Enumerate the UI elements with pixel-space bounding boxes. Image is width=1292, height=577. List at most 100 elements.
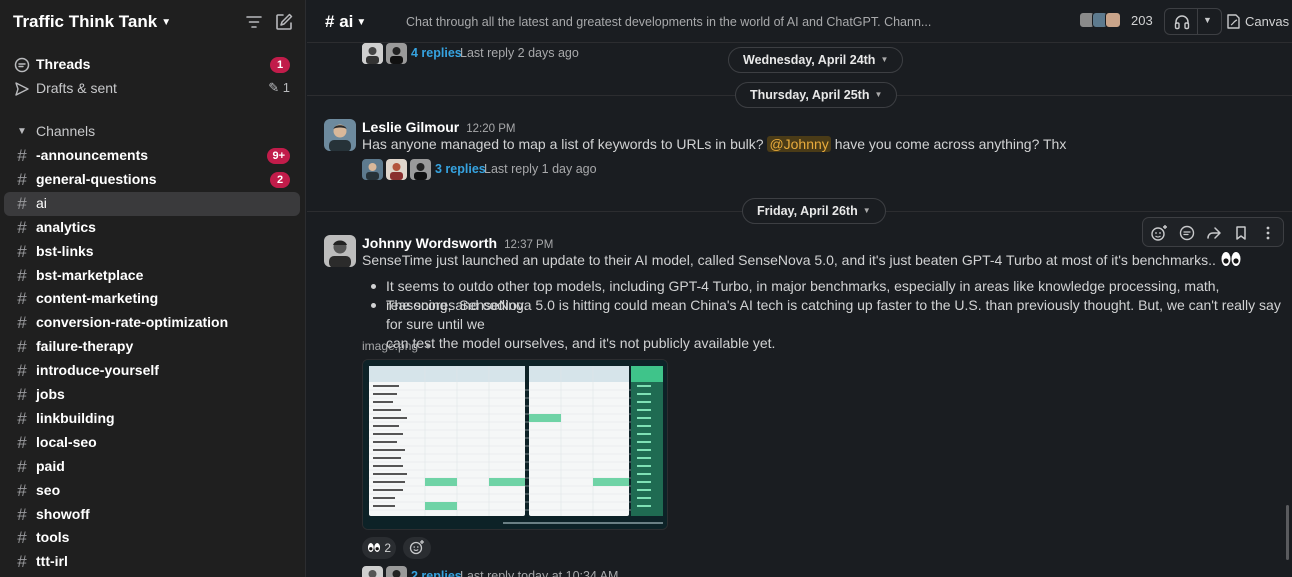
workspace-header: Traffic Think Tank ▼ [0, 0, 306, 44]
chevron-down-icon: ▼ [874, 90, 883, 99]
channels-section-header[interactable]: ▼ Channels [4, 120, 300, 144]
message-text: have you come across anything? Thx [834, 136, 1067, 152]
message-time[interactable]: 12:20 PM [466, 123, 515, 135]
sidebar-item-ai[interactable]: # ai [4, 192, 300, 216]
channel-hash-icon: # [17, 194, 27, 213]
huddle-button[interactable]: ▼ [1164, 8, 1222, 35]
thread-replies-link[interactable]: 4 replies [411, 46, 462, 60]
sidebar-item-failure-therapy[interactable]: # failure-therapy [4, 335, 300, 359]
message-author[interactable]: Leslie Gilmour 12:20 PM [362, 119, 515, 135]
sidebar-item-conversion-rate-optimization[interactable]: # conversion-rate-optimization [4, 311, 300, 335]
date-divider[interactable]: Wednesday, April 24th ▼ [728, 47, 904, 73]
sidebar-item-content-marketing[interactable]: # content-marketing [4, 287, 300, 311]
file-name-toggle[interactable]: image.png ▼ [362, 339, 432, 353]
sidebar-item-drafts[interactable]: Drafts & sent ✎ 1 [4, 77, 300, 101]
threads-icon [14, 57, 30, 73]
thread-replies-link[interactable]: 3 replies [435, 162, 486, 176]
avatar[interactable] [324, 235, 356, 267]
message-time[interactable]: 12:37 PM [504, 239, 553, 251]
chevron-down-icon: ▼ [356, 17, 367, 28]
sidebar-item-label: Threads [36, 56, 91, 72]
sidebar-item-showoff[interactable]: # showoff [4, 503, 300, 527]
sidebar: Traffic Think Tank ▼ Threads 1 Drafts & s… [0, 0, 306, 577]
chevron-down-icon: ▼ [161, 17, 172, 28]
image-attachment[interactable] [362, 359, 668, 530]
sidebar-item-label: local-seo [36, 434, 97, 450]
eyes-reaction[interactable]: 2 [362, 537, 396, 559]
channel-name: ai [339, 12, 354, 31]
channel-hash-icon: # [17, 242, 27, 261]
user-mention[interactable]: @Johnny [767, 136, 831, 152]
add-reaction-button[interactable] [403, 537, 431, 559]
unread-badge: 2 [270, 172, 290, 188]
send-icon [15, 82, 29, 96]
share-icon[interactable] [1205, 224, 1223, 242]
channel-hash-icon: # [17, 289, 27, 308]
sidebar-item-label: ttt-irl [36, 553, 68, 569]
reply-thread-icon[interactable] [1178, 224, 1196, 242]
sidebar-item-introduce-yourself[interactable]: # introduce-yourself [4, 359, 300, 383]
sidebar-item-label: content-marketing [36, 290, 159, 306]
sidebar-item-label: linkbuilding [36, 410, 115, 426]
channel-hash-icon: # [17, 266, 27, 285]
thread-last-reply: Last reply 2 days ago [460, 46, 579, 60]
channel-hash-icon: # [17, 481, 27, 500]
sidebar-item-label: general-questions [36, 171, 157, 187]
channel-hash-icon: # [17, 457, 27, 476]
channel-hash-icon: # [17, 170, 27, 189]
canvas-icon [1227, 14, 1240, 29]
members-button[interactable]: 203 [1077, 8, 1159, 34]
avatar[interactable] [324, 119, 356, 151]
filter-icon[interactable] [244, 12, 264, 32]
sidebar-item-paid[interactable]: # paid [4, 455, 300, 479]
sidebar-item-linkbuilding[interactable]: # linkbuilding [4, 407, 300, 431]
sidebar-item-label: tools [36, 529, 70, 545]
channel-hash-icon: # [17, 552, 27, 571]
compose-icon[interactable] [274, 12, 294, 32]
date-label: Wednesday, April 24th [743, 53, 876, 67]
sidebar-item-ttt-irl[interactable]: # ttt-irl [4, 550, 300, 574]
sidebar-item-local-seo[interactable]: # local-seo [4, 431, 300, 455]
sidebar-item-label: conversion-rate-optimization [36, 314, 229, 330]
sidebar-item-label: showoff [36, 506, 90, 522]
date-divider[interactable]: Friday, April 26th ▼ [742, 198, 886, 224]
channel-view: 4 replies Last reply 2 days ago Wednesda… [307, 0, 1292, 577]
avatar [362, 566, 383, 577]
add-reaction-icon[interactable] [1150, 224, 1168, 242]
member-avatar [1105, 12, 1121, 28]
sidebar-item-label: -announcements [36, 147, 149, 163]
sidebar-item-threads[interactable]: Threads 1 [4, 53, 300, 77]
date-label: Friday, April 26th [757, 204, 858, 218]
benchmark-table-image [363, 360, 667, 529]
add-emoji-icon [409, 540, 424, 555]
bookmark-icon[interactable] [1232, 224, 1250, 242]
sidebar-item-analytics[interactable]: # analytics [4, 216, 300, 240]
date-divider[interactable]: Thursday, April 25th ▼ [735, 82, 898, 108]
sidebar-item-bst-links[interactable]: # bst-links [4, 240, 300, 264]
canvas-label: Canvas [1245, 14, 1290, 29]
channel-hash-icon: # [17, 385, 27, 404]
eyes-emoji-icon [367, 543, 381, 552]
thread-replies-link[interactable]: 2 replies [411, 569, 462, 577]
channel-hash-icon: # [325, 12, 340, 31]
threads-badge: 1 [270, 57, 290, 73]
unread-badge: 9+ [267, 148, 290, 164]
thread-last-reply: Last reply today at 10:34 AM [460, 569, 619, 577]
sidebar-item-tools[interactable]: # tools [4, 526, 300, 550]
more-actions-icon[interactable] [1259, 224, 1277, 242]
scrollbar[interactable] [1286, 505, 1289, 560]
canvas-button[interactable]: Canvas [1221, 8, 1290, 35]
channel-topic[interactable]: Chat through all the latest and greatest… [406, 15, 931, 29]
message-author[interactable]: Johnny Wordsworth 12:37 PM [362, 235, 553, 251]
sidebar-item-jobs[interactable]: # jobs [4, 383, 300, 407]
sidebar-item-announcements[interactable]: # -announcements 9+ [4, 144, 300, 168]
sidebar-item-label: seo [36, 482, 61, 498]
chevron-down-icon[interactable]: ▼ [1203, 15, 1212, 25]
member-count: 203 [1131, 13, 1153, 28]
channel-hash-icon: # [17, 313, 27, 332]
workspace-switcher[interactable]: Traffic Think Tank ▼ [13, 12, 171, 32]
channel-name-button[interactable]: # ai ▼ [325, 12, 366, 32]
sidebar-item-general-questions[interactable]: # general-questions 2 [4, 168, 300, 192]
sidebar-item-bst-marketplace[interactable]: # bst-marketplace [4, 264, 300, 288]
sidebar-item-seo[interactable]: # seo [4, 479, 300, 503]
